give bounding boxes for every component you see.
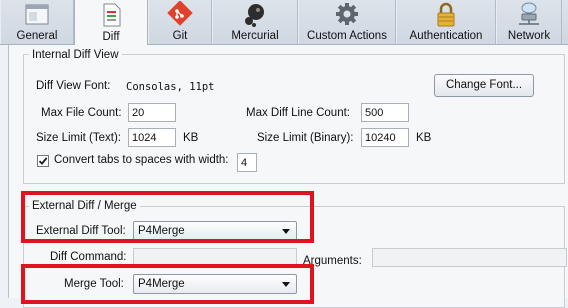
tab-diff-label: Diff: [102, 31, 120, 43]
size-limit-binary-field[interactable]: 10240: [361, 128, 409, 147]
diff-command-label: Diff Command:: [50, 251, 127, 263]
chevron-down-icon: [282, 282, 290, 287]
checkmark-icon: [38, 157, 48, 165]
kb-unit-text: KB: [183, 132, 199, 144]
tab-mercurial-label: Mercurial: [231, 30, 279, 42]
tab-width-field[interactable]: 4: [237, 153, 257, 172]
tab-git[interactable]: Git: [148, 0, 212, 44]
external-diff-tool-dropdown[interactable]: P4Merge: [133, 221, 297, 241]
diff-view-font-value: Consolas, 11pt: [126, 81, 215, 93]
diff-view-font-label: Diff View Font:: [36, 80, 111, 92]
network-icon: [515, 1, 543, 32]
window-icon: [23, 1, 51, 32]
external-diff-tool-value: P4Merge: [138, 225, 185, 237]
merge-tool-dropdown[interactable]: P4Merge: [133, 274, 297, 294]
document-icon: [97, 1, 125, 32]
tab-network[interactable]: Network: [496, 0, 562, 44]
tab-authentication[interactable]: Authentication: [396, 0, 496, 44]
external-diff-tool-label: External Diff Tool:: [36, 225, 126, 237]
tab-network-label: Network: [507, 30, 551, 42]
git-icon: [166, 0, 194, 32]
max-file-count-label: Max File Count:: [41, 107, 122, 119]
internal-diff-group-title: Internal Diff View: [29, 49, 122, 61]
merge-tool-label: Merge Tool:: [64, 278, 124, 290]
chevron-down-icon: [282, 229, 290, 234]
arguments-label: Arguments:: [303, 255, 362, 267]
diff-command-field[interactable]: [133, 248, 297, 267]
max-diff-line-count-label: Max Diff Line Count:: [246, 107, 350, 119]
tab-diff[interactable]: Diff: [74, 0, 148, 45]
max-diff-line-count-field[interactable]: 500: [361, 103, 409, 122]
diff-settings-panel: Internal Diff View Diff View Font: Conso…: [8, 45, 568, 308]
tab-custom-actions-label: Custom Actions: [307, 30, 387, 42]
tab-mercurial[interactable]: Mercurial: [212, 0, 298, 44]
tab-general-label: General: [16, 30, 58, 42]
size-limit-text-field[interactable]: 1024: [128, 128, 176, 147]
lock-icon: [432, 1, 460, 32]
max-file-count-field[interactable]: 20: [128, 103, 176, 122]
kb-unit-binary: KB: [416, 132, 432, 144]
size-limit-binary-label: Size Limit (Binary):: [257, 132, 354, 144]
external-diff-group-title: External Diff / Merge: [29, 200, 140, 212]
tab-general[interactable]: General: [0, 0, 74, 44]
tab-git-label: Git: [172, 30, 188, 42]
arguments-field[interactable]: [372, 248, 567, 267]
gear-icon: [333, 1, 361, 32]
merge-tool-value: P4Merge: [138, 278, 185, 290]
convert-tabs-checkbox[interactable]: [37, 155, 49, 167]
preferences-toolbar: General Diff Git Mercurial Custom Action…: [0, 0, 568, 45]
size-limit-text-label: Size Limit (Text):: [36, 132, 121, 144]
change-font-button[interactable]: Change Font...: [434, 74, 534, 97]
mercurial-icon: [241, 1, 269, 32]
tab-custom-actions[interactable]: Custom Actions: [298, 0, 396, 44]
tab-authentication-label: Authentication: [409, 30, 483, 42]
convert-tabs-label: Convert tabs to spaces with width:: [54, 154, 229, 166]
